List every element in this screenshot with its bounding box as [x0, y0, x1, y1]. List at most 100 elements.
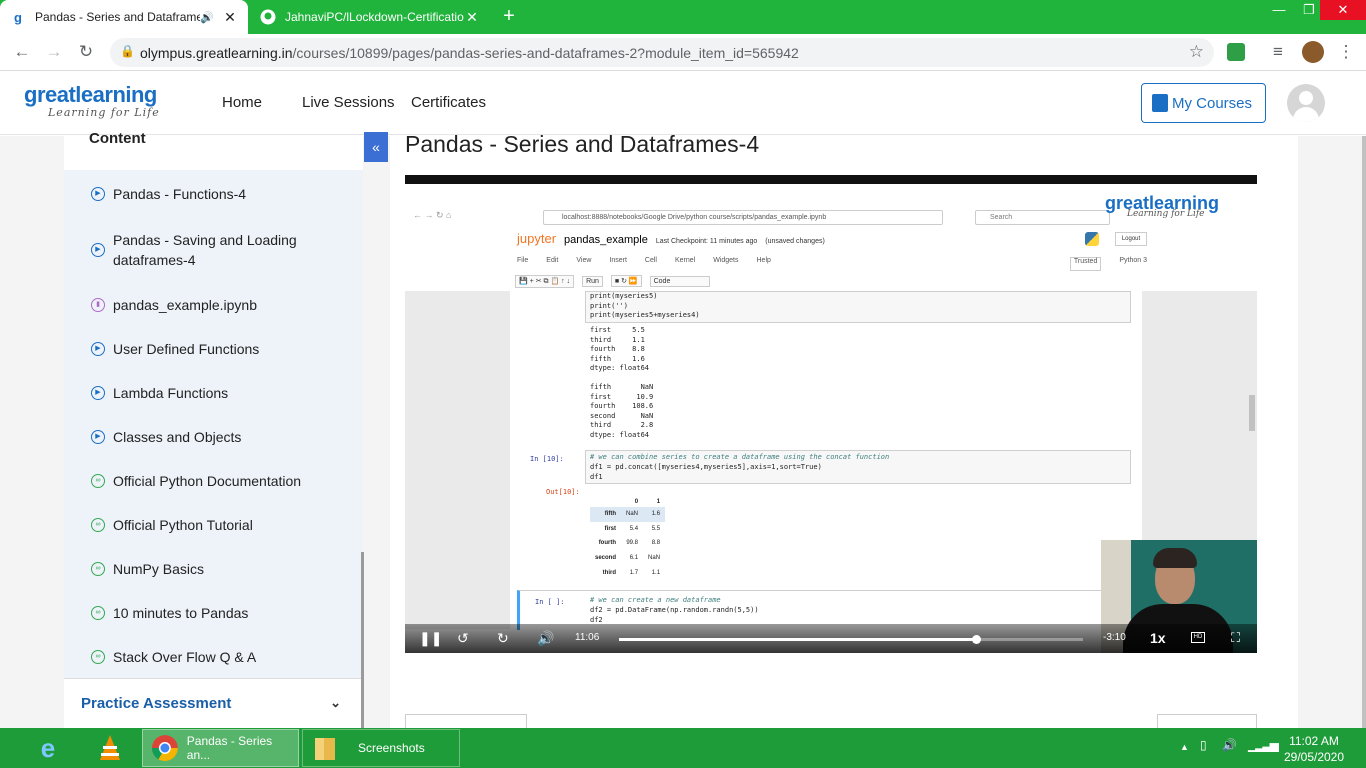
taskbar-chrome[interactable]: Pandas - Series an... — [142, 729, 299, 767]
tab-close-icon[interactable]: ✕ — [222, 9, 238, 26]
menu-kebab-icon[interactable]: ⋮ — [1336, 42, 1356, 62]
chrome-icon — [151, 735, 178, 761]
df-cell: 99.8 — [626, 540, 639, 547]
video-top-bar — [405, 175, 1257, 184]
unsaved-text: (unsaved changes) — [765, 238, 825, 245]
tab-title: Pandas - Series and Dataframes-4 — [35, 10, 201, 24]
collapse-sidebar-icon[interactable]: « — [364, 132, 388, 162]
hd-icon[interactable]: HD — [1191, 632, 1205, 643]
media-queue-icon[interactable]: ≡ — [1268, 42, 1288, 62]
my-courses-button[interactable]: My Courses — [1141, 83, 1266, 123]
elapsed-time: 11:06 — [575, 632, 600, 643]
sidebar-item-notebook[interactable]: ▮ pandas_example.ipynb — [91, 295, 351, 315]
notebook-name: pandas_example — [564, 234, 648, 246]
sidebar-item-python-docs[interactable]: ∞ Official Python Documentation — [91, 471, 351, 491]
checkpoint-text: Last Checkpoint: 11 minutes ago — [655, 238, 758, 245]
remaining-time: -3:10 — [1103, 632, 1126, 643]
taskbar-explorer[interactable]: Screenshots — [302, 729, 460, 767]
video-url: localhost:8888/notebooks/Google Drive/py… — [543, 210, 943, 225]
new-tab-icon[interactable]: + — [498, 6, 520, 28]
jupyter-menu: File Edit View Insert Cell Kernel Widget… — [517, 257, 1147, 271]
extension-icon[interactable] — [1227, 43, 1245, 61]
sidebar-item-10-minutes-pandas[interactable]: ∞ 10 minutes to Pandas — [91, 603, 351, 623]
sidebar-item-numpy-basics[interactable]: ∞ NumPy Basics — [91, 559, 351, 579]
url-host: olympus.greatlearning.in — [140, 44, 293, 61]
window-close-icon[interactable]: ✕ — [1320, 0, 1366, 20]
sidebar-item-python-tutorial[interactable]: ∞ Official Python Tutorial — [91, 515, 351, 535]
progress-fill — [619, 638, 977, 641]
jtool-celltype: Code — [649, 275, 710, 287]
sidebar-item-classes-objects[interactable]: ▶ Classes and Objects — [91, 427, 351, 447]
profile-avatar[interactable] — [1302, 41, 1324, 63]
sidebar-item-saving-loading[interactable]: ▶ Pandas - Saving and Loading dataframes… — [91, 230, 351, 270]
video-watermark-tagline: Learning for Life — [1127, 209, 1205, 219]
df-col-1: 1 — [656, 499, 661, 505]
jmenu-file: File — [517, 257, 529, 264]
sidebar-item-pandas-functions[interactable]: ▶ Pandas - Functions-4 — [91, 184, 351, 204]
sidebar-scrollbar[interactable] — [361, 552, 364, 728]
forward-icon[interactable]: ↻ — [497, 630, 509, 647]
jmenu-widgets: Widgets — [713, 257, 739, 264]
logo-tagline: Learning for Life — [48, 106, 160, 119]
browser-toolbar: ← → ↻ 🔒 olympus.greatlearning.in/courses… — [0, 34, 1366, 71]
fullscreen-icon[interactable]: ⛶ — [1231, 630, 1240, 646]
pause-icon[interactable]: ❚❚ — [419, 630, 442, 647]
video-player[interactable]: ← → ↻ ⌂ localhost:8888/notebooks/Google … — [405, 175, 1257, 653]
back-icon[interactable]: ← — [12, 42, 32, 62]
video-nav-icons: ← → ↻ ⌂ — [413, 210, 452, 220]
tab-github[interactable]: JahnaviPC/lLockdown-Certification ✕ — [250, 0, 490, 34]
df-cell: third — [602, 569, 617, 576]
df-cell: 1.6 — [643, 507, 666, 522]
progress-knob[interactable] — [972, 635, 982, 644]
network-icon[interactable]: ▁▂▃▅ — [1248, 738, 1279, 752]
power-icon[interactable]: ▯ — [1200, 738, 1207, 752]
speaker-icon[interactable]: 🔊 — [200, 11, 214, 24]
nav-live-sessions[interactable]: Live Sessions — [302, 94, 395, 111]
progress-bar[interactable] — [619, 635, 1083, 644]
video-controls: ❚❚ ↺ ↻ 🔊 11:06 -3:10 1x HD ⛶ — [405, 624, 1257, 653]
ie-icon[interactable]: e — [28, 729, 68, 767]
site-logo[interactable]: greatlearning Learning for Life — [24, 83, 160, 119]
system-clock[interactable]: 11:02 AM 29/05/2020 — [1280, 733, 1348, 765]
user-avatar[interactable] — [1287, 84, 1325, 122]
nav-home[interactable]: Home — [222, 94, 262, 111]
tab-pandas-series[interactable]: g Pandas - Series and Dataframes-4 🔊 ✕ — [0, 0, 248, 34]
reload-icon[interactable]: ↻ — [76, 42, 96, 62]
forward-icon[interactable]: → — [44, 42, 64, 62]
df-row: first 5.4 5.5 — [590, 522, 665, 537]
chevron-down-icon[interactable]: ⌄ — [330, 695, 341, 711]
minimize-icon[interactable]: — — [1264, 0, 1294, 20]
df-cell: 1.1 — [651, 569, 661, 576]
tab-title: JahnaviPC/lLockdown-Certification — [285, 10, 464, 24]
nav-certificates[interactable]: Certificates — [411, 94, 486, 111]
python-logo-icon — [1085, 232, 1099, 246]
df-row: third 1.7 1.1 — [590, 565, 665, 580]
vlc-icon[interactable] — [90, 729, 130, 767]
jmenu-help: Help — [756, 257, 771, 264]
tray-overflow-icon[interactable]: ▲ — [1180, 742, 1189, 752]
bookmark-star-icon[interactable]: ☆ — [1189, 42, 1204, 62]
play-icon: ▶ — [91, 342, 105, 356]
tab-close-icon[interactable]: ✕ — [464, 9, 480, 26]
page-title: Pandas - Series and Dataframes-4 — [405, 131, 760, 157]
jtool-run: Run — [582, 275, 603, 287]
dataframe-table: 0 1 fifth NaN 1.6 first 5.4 5.5 fourth 9… — [590, 497, 666, 580]
volume-tray-icon[interactable]: 🔊 — [1222, 738, 1237, 752]
comment-new: # we can create a new dataframe — [590, 596, 721, 606]
address-bar[interactable]: 🔒 olympus.greatlearning.in/courses/10899… — [110, 38, 1214, 67]
sidebar-item-user-defined-functions[interactable]: ▶ User Defined Functions — [91, 339, 351, 359]
df-cell: second — [595, 555, 617, 562]
prompt-new: In [ ]: — [535, 598, 565, 606]
sidebar-item-lambda-functions[interactable]: ▶ Lambda Functions — [91, 383, 351, 403]
sidebar-item-label: Official Python Tutorial — [113, 517, 253, 533]
sidebar-item-stack-overflow[interactable]: ∞ Stack Over Flow Q & A — [91, 647, 351, 667]
df-cell: 5.5 — [651, 525, 661, 532]
rewind-icon[interactable]: ↺ — [457, 630, 469, 647]
code-new: df2 = pd.DataFrame(np.random.randn(5,5))… — [590, 606, 759, 624]
sidebar-item-label: Stack Over Flow Q & A — [113, 649, 257, 665]
playback-speed[interactable]: 1x — [1150, 630, 1166, 646]
practice-assessment-section[interactable]: Practice Assessment ⌄ — [64, 678, 363, 728]
page-scrollbar[interactable] — [1362, 136, 1366, 728]
df-row: fourth 99.8 8.8 — [590, 536, 665, 551]
volume-icon[interactable]: 🔊 — [537, 630, 554, 647]
